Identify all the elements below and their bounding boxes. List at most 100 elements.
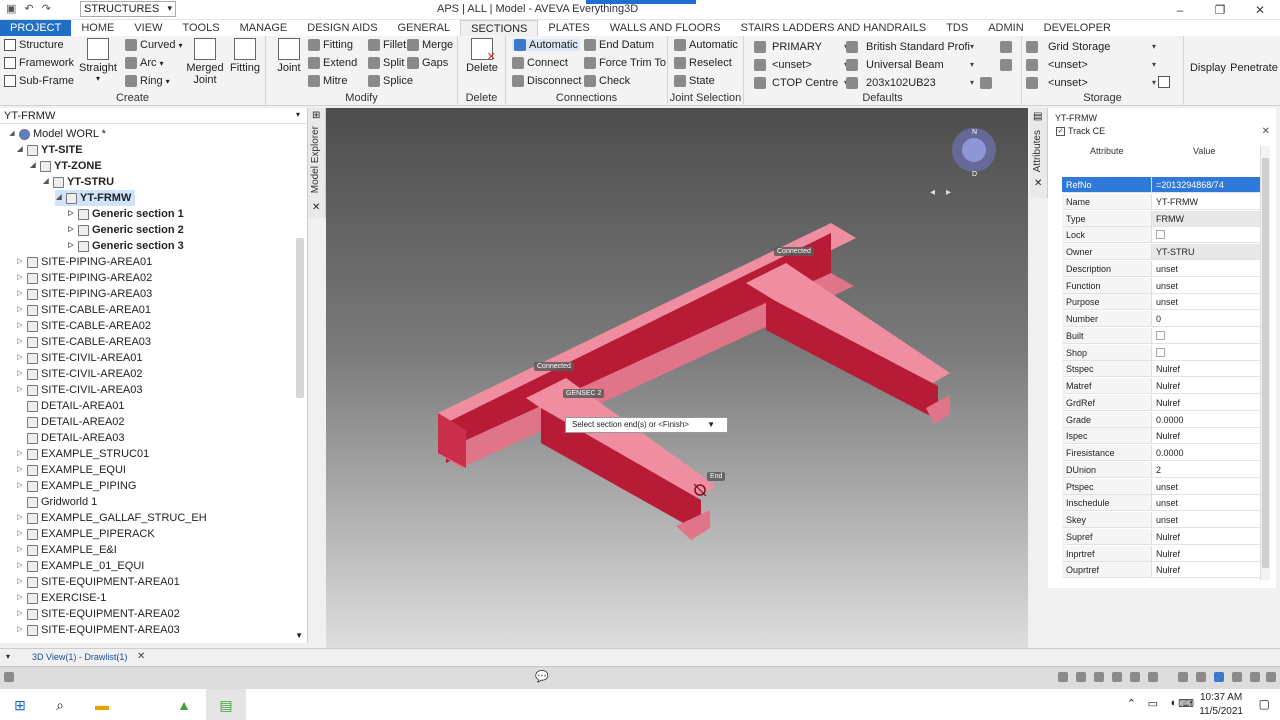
- tree-item-site[interactable]: ▷ SITE-EQUIPMENT-AREA02: [16, 606, 179, 622]
- document-tab-3d-view[interactable]: 3D View(1) - Drawlist(1): [32, 652, 127, 662]
- splice-button[interactable]: Splice: [368, 75, 413, 87]
- column-header-attribute[interactable]: Attribute: [1090, 146, 1124, 156]
- attribute-row[interactable]: Owner YT-STRU: [1062, 244, 1260, 260]
- attribute-value[interactable]: unset: [1152, 261, 1260, 276]
- tab-tools[interactable]: TOOLS: [172, 20, 229, 36]
- aveva-active-app-icon[interactable]: ▤: [206, 689, 246, 720]
- merge-button[interactable]: Merge: [407, 39, 453, 51]
- toolbar-icon-11[interactable]: [1250, 672, 1260, 682]
- fillet-button[interactable]: Fillet: [368, 39, 406, 51]
- attribute-row[interactable]: Supref Nulref: [1062, 528, 1260, 545]
- tree-item-site[interactable]: ▷ EXAMPLE_STRUC01: [16, 446, 149, 462]
- toolbar-icon-12[interactable]: [1266, 672, 1276, 682]
- toolbar-icon-2[interactable]: [1076, 672, 1086, 682]
- toolbar-icon-7[interactable]: [1178, 672, 1188, 682]
- attribute-row[interactable]: Ouprtref Nulref: [1062, 562, 1260, 579]
- close-icon[interactable]: ✕: [312, 202, 320, 213]
- tab-general[interactable]: GENERAL: [388, 20, 461, 36]
- tree-item-stru[interactable]: ◢ YT-STRU: [42, 174, 114, 190]
- toolbar-icon-4[interactable]: [1112, 672, 1122, 682]
- subframe-button[interactable]: Sub-Frame: [4, 75, 74, 87]
- attribute-row[interactable]: Built: [1062, 327, 1260, 344]
- joint-button[interactable]: Joint: [274, 38, 304, 74]
- maximize-button[interactable]: ❐: [1200, 0, 1240, 20]
- toolbar-icon-9[interactable]: [1214, 672, 1224, 682]
- automatic-connect-button[interactable]: Automatic: [512, 39, 580, 51]
- attribute-row[interactable]: Number 0: [1062, 311, 1260, 327]
- tab-stairs-ladders-handrails[interactable]: STAIRS LADDERS AND HANDRAILS: [731, 20, 937, 36]
- selection-prompt[interactable]: Select section end(s) or <Finish> ▼: [565, 417, 728, 433]
- reselect-button[interactable]: Reselect: [674, 57, 732, 69]
- extend-button[interactable]: Extend: [308, 57, 357, 69]
- toolbar-icon-6[interactable]: [1148, 672, 1158, 682]
- close-button[interactable]: ✕: [1240, 0, 1280, 20]
- undo-icon[interactable]: ↶: [24, 2, 33, 15]
- tree-item-site[interactable]: ▷ EXAMPLE_PIPING: [16, 478, 136, 494]
- unset-select[interactable]: <unset>▾: [754, 57, 850, 72]
- primary-select[interactable]: PRIMARY▾: [754, 39, 850, 54]
- windows-start-icon[interactable]: ⊞: [0, 689, 40, 720]
- tree-item-site[interactable]: ▷ EXERCISE-1: [16, 590, 106, 606]
- attribute-value[interactable]: Nulref: [1152, 361, 1260, 376]
- attribute-row[interactable]: Grade 0.0000: [1062, 411, 1260, 428]
- tree-item-site[interactable]: ▷ SITE-PIPING-AREA01: [16, 254, 152, 270]
- network-icon[interactable]: ▭: [1148, 697, 1158, 710]
- table-icon[interactable]: [980, 77, 992, 89]
- attribute-value[interactable]: Nulref: [1152, 562, 1260, 577]
- tree-item-site[interactable]: ▷ EXAMPLE_GALLAF_STRUC_EH: [16, 510, 206, 526]
- attribute-value[interactable]: Nulref: [1152, 395, 1260, 410]
- scroll-down-icon[interactable]: ▼: [295, 631, 303, 640]
- tree-item-generic-section-3[interactable]: ▷ Generic section 3: [67, 238, 183, 254]
- attribute-value[interactable]: unset: [1152, 512, 1260, 527]
- volume-icon[interactable]: ◖: [1169, 697, 1176, 709]
- attribute-row[interactable]: Stspec Nulref: [1062, 361, 1260, 378]
- attribute-row[interactable]: GrdRef Nulref: [1062, 394, 1260, 411]
- message-icon[interactable]: 💬: [535, 670, 549, 683]
- attribute-value[interactable]: unset: [1152, 495, 1260, 510]
- delete-button[interactable]: ✕ Delete: [464, 38, 500, 74]
- attribute-value[interactable]: Nulref: [1152, 378, 1260, 393]
- attribute-row[interactable]: Matref Nulref: [1062, 378, 1260, 394]
- toolbar-icon-3[interactable]: [1094, 672, 1104, 682]
- storage-unset-2-select[interactable]: <unset> ▾: [1026, 75, 1158, 90]
- attribute-row[interactable]: Purpose unset: [1062, 294, 1260, 311]
- attribute-value[interactable]: [1152, 328, 1260, 343]
- pin-icon[interactable]: ⊞: [312, 110, 320, 121]
- attribute-row[interactable]: Type FRMW: [1062, 210, 1260, 227]
- tree-item-zone[interactable]: ◢ YT-ZONE: [29, 158, 101, 174]
- attribute-value[interactable]: Nulref: [1152, 546, 1260, 561]
- search-icon[interactable]: ⌕: [40, 689, 80, 720]
- framework-button[interactable]: Framework: [4, 57, 74, 69]
- size-select[interactable]: 203x102UB23 ▾: [846, 75, 976, 90]
- redo-icon[interactable]: ↷: [42, 2, 51, 15]
- tree-item-generic-section-1[interactable]: ▷ Generic section 1: [67, 206, 183, 222]
- ctop-select[interactable]: CTOP Centre▾: [754, 75, 850, 90]
- close-icon[interactable]: ✕: [1262, 126, 1270, 137]
- language-icon[interactable]: ⌨: [1178, 697, 1194, 710]
- attribute-value[interactable]: unset: [1152, 479, 1260, 494]
- tab-manage[interactable]: MANAGE: [230, 20, 298, 36]
- attributes-icon[interactable]: ▤: [1033, 111, 1042, 122]
- tray-chevron-up-icon[interactable]: ⌃: [1127, 697, 1136, 710]
- tab-plates[interactable]: PLATES: [538, 20, 599, 36]
- tree-item-site[interactable]: ▷ SITE-CIVIL-AREA03: [16, 382, 142, 398]
- tree-item-site[interactable]: DETAIL-AREA02: [16, 414, 125, 430]
- attribute-row[interactable]: Description unset: [1062, 260, 1260, 277]
- storage-pick-icon[interactable]: [1158, 76, 1170, 88]
- tree-header[interactable]: YT-FRMW ▾: [0, 108, 306, 124]
- tab-sections[interactable]: SECTIONS: [460, 20, 539, 36]
- tree-item-site[interactable]: ▷ EXAMPLE_EQUI: [16, 462, 126, 478]
- attribute-value[interactable]: 0.0000: [1152, 445, 1260, 460]
- connect-button[interactable]: Connect: [512, 57, 568, 69]
- tree-item-world[interactable]: ◢ Model WORL *: [8, 126, 106, 142]
- toolbar-icon-10[interactable]: [1232, 672, 1242, 682]
- toolbar-icon-5[interactable]: [1130, 672, 1140, 682]
- attribute-row[interactable]: Inschedule unset: [1062, 495, 1260, 512]
- attribute-value[interactable]: 0: [1152, 311, 1260, 326]
- tree-item-site[interactable]: Gridworld 1: [16, 494, 97, 510]
- attribute-value[interactable]: Nulref: [1152, 529, 1260, 544]
- modify-fitting-button[interactable]: Fitting: [308, 39, 353, 51]
- curved-button[interactable]: Curved ▾: [125, 39, 182, 51]
- scrollbar-thumb[interactable]: [1262, 158, 1269, 568]
- tree-scrollbar[interactable]: [296, 238, 304, 398]
